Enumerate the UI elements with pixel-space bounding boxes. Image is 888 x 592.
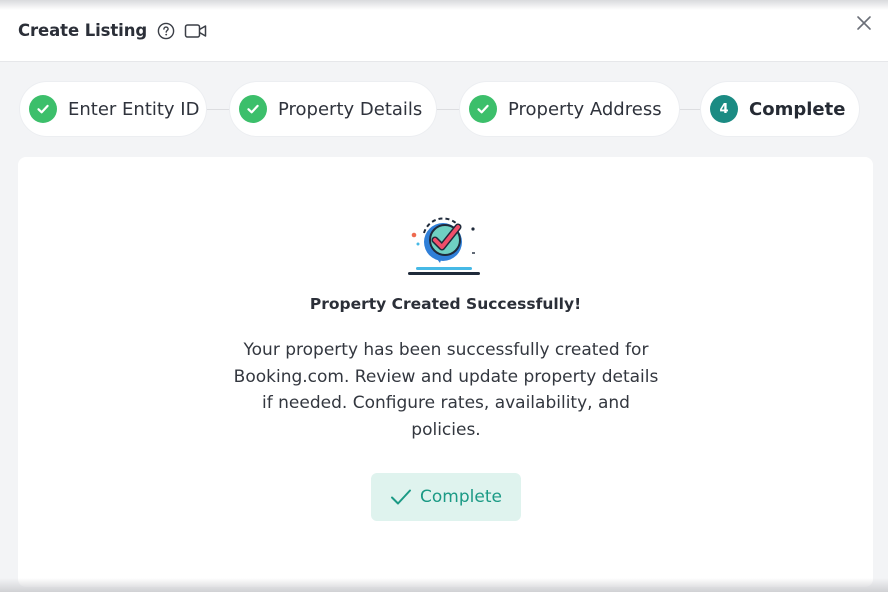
step-label: Property Address	[508, 98, 662, 120]
check-circle-icon	[29, 95, 57, 123]
result-card: Property Created Successfully! Your prop…	[18, 157, 873, 587]
top-shadow	[0, 0, 888, 10]
close-icon	[857, 16, 871, 30]
step-label: Enter Entity ID	[68, 98, 200, 120]
check-circle-icon	[239, 95, 267, 123]
success-message: Your property has been successfully crea…	[233, 340, 659, 440]
help-circle-icon[interactable]	[157, 22, 175, 40]
success-check-badge-icon	[402, 215, 486, 283]
step-property-details[interactable]: Property Details	[230, 82, 436, 136]
step-connector	[206, 109, 230, 110]
step-enter-entity-id[interactable]: Enter Entity ID	[20, 82, 206, 136]
create-listing-modal: Create Listing Enter Entity ID Property …	[0, 0, 888, 592]
close-button[interactable]	[852, 11, 876, 35]
progress-stepper: Enter Entity ID Property Details Propert…	[0, 82, 888, 138]
check-circle-icon	[469, 95, 497, 123]
step-number-badge: 4	[710, 95, 738, 123]
video-camera-icon[interactable]	[184, 22, 208, 40]
bottom-shadow	[0, 578, 888, 592]
step-label: Complete	[749, 98, 846, 120]
step-property-address[interactable]: Property Address	[460, 82, 679, 136]
step-connector	[436, 109, 460, 110]
checkmark-icon	[390, 488, 412, 506]
complete-button-label: Complete	[420, 487, 502, 507]
complete-button[interactable]: Complete	[371, 473, 521, 521]
step-complete[interactable]: 4 Complete	[701, 82, 859, 136]
modal-title: Create Listing	[18, 21, 148, 40]
step-connector	[679, 109, 701, 110]
step-label: Property Details	[278, 98, 423, 120]
success-title: Property Created Successfully!	[309, 295, 582, 313]
